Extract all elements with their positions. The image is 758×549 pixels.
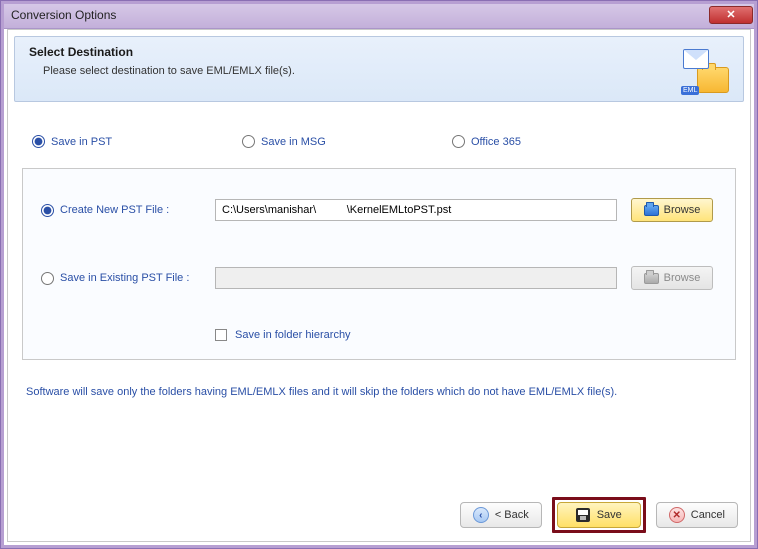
hierarchy-row: Save in folder hierarchy — [215, 329, 717, 341]
existing-pst-path-input — [215, 267, 617, 289]
close-icon: ✕ — [726, 8, 735, 21]
eml-folder-icon: EML — [683, 47, 729, 93]
header-subtitle: Please select destination to save EML/EM… — [43, 65, 729, 77]
radio-save-msg-input[interactable] — [242, 135, 255, 148]
cancel-button[interactable]: ✕ Cancel — [656, 502, 738, 528]
pst-options-panel: Create New PST File : Browse — [22, 168, 736, 360]
close-icon: ✕ — [669, 507, 685, 523]
cancel-button-label: Cancel — [691, 509, 725, 521]
create-new-pst-label: Create New PST File : — [60, 204, 169, 216]
info-note: Software will save only the folders havi… — [26, 384, 732, 401]
arrow-left-icon: ‹ — [473, 507, 489, 523]
create-new-pst-path-input[interactable] — [215, 199, 617, 221]
hierarchy-label: Save in folder hierarchy — [235, 329, 351, 341]
save-highlight: Save — [552, 497, 646, 533]
browse-existing-pst-label: Browse — [664, 272, 701, 284]
window-title: Conversion Options — [11, 8, 116, 22]
radio-office365-input[interactable] — [452, 135, 465, 148]
back-button[interactable]: ‹ < Back — [460, 502, 542, 528]
radio-create-new-pst[interactable] — [41, 204, 54, 217]
radio-save-pst[interactable]: Save in PST — [32, 135, 112, 148]
radio-save-msg[interactable]: Save in MSG — [242, 135, 326, 148]
radio-office365[interactable]: Office 365 — [452, 135, 521, 148]
existing-pst-row: Save in Existing PST File : Browse — [41, 261, 717, 295]
output-format-radios: Save in PST Save in MSG Office 365 — [32, 128, 736, 158]
titlebar: Conversion Options ✕ — [1, 1, 757, 29]
existing-pst-label: Save in Existing PST File : — [60, 272, 189, 284]
save-button-label: Save — [597, 509, 622, 521]
browse-new-pst-button[interactable]: Browse — [631, 198, 713, 222]
header-panel: Select Destination Please select destina… — [14, 36, 744, 102]
browse-existing-pst-button: Browse — [631, 266, 713, 290]
folder-open-icon — [644, 205, 659, 216]
folder-open-icon — [644, 273, 659, 284]
radio-office365-label: Office 365 — [471, 136, 521, 148]
radio-save-pst-input[interactable] — [32, 135, 45, 148]
hierarchy-checkbox[interactable] — [215, 329, 227, 341]
create-new-row: Create New PST File : Browse — [41, 193, 717, 227]
header-title: Select Destination — [29, 45, 729, 59]
save-button[interactable]: Save — [557, 502, 641, 528]
footer-buttons: ‹ < Back Save ✕ Cancel — [460, 497, 738, 533]
floppy-disk-icon — [576, 508, 590, 522]
radio-save-pst-label: Save in PST — [51, 136, 112, 148]
conversion-options-window: Conversion Options ✕ Select Destination … — [0, 0, 758, 549]
back-button-label: < Back — [495, 509, 529, 521]
close-button[interactable]: ✕ — [709, 6, 753, 24]
radio-save-msg-label: Save in MSG — [261, 136, 326, 148]
client-area: Select Destination Please select destina… — [7, 29, 751, 542]
radio-existing-pst[interactable] — [41, 272, 54, 285]
body: Save in PST Save in MSG Office 365 — [8, 102, 750, 407]
browse-new-pst-label: Browse — [664, 204, 701, 216]
